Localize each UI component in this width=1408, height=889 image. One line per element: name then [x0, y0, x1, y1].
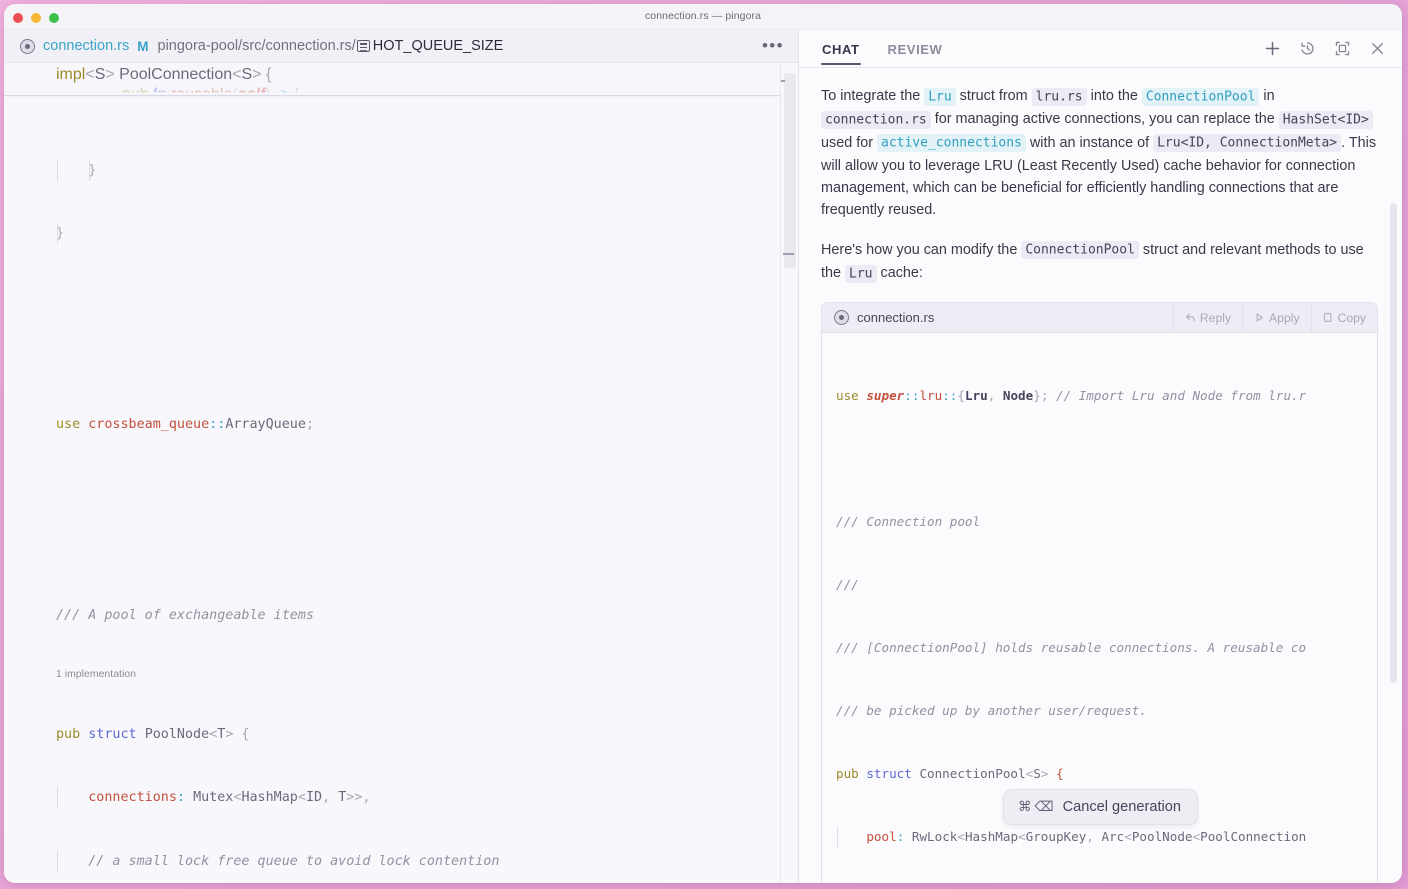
inline-code: active_connections	[877, 134, 1026, 153]
inline-code: connection.rs	[821, 110, 931, 129]
command-key-icon: ⌘	[1017, 799, 1032, 815]
expand-panel-icon[interactable]	[1334, 40, 1351, 57]
apply-button[interactable]: Apply	[1242, 303, 1311, 333]
close-panel-icon[interactable]	[1369, 40, 1386, 57]
code-content: } } use crossbeam_queue::ArrayQueue; ///…	[4, 96, 798, 883]
assistant-paragraph: To integrate the Lru struct from lru.rs …	[821, 87, 1377, 219]
chat-header: CHAT REVIEW	[799, 30, 1402, 68]
inline-code: Lru	[845, 264, 877, 283]
code-line: }	[4, 159, 798, 181]
window-title: connection.rs — pingora	[644, 10, 762, 22]
code-line: connections: Mutex<HashMap<ID, T>>,	[4, 787, 798, 809]
copy-button[interactable]: Copy	[1310, 303, 1377, 333]
code-line: /// Connection pool	[836, 514, 981, 530]
code-card-filename: connection.rs	[857, 310, 935, 326]
editor-scrollbar[interactable]	[780, 63, 798, 883]
scrolled-code-ghost: pub fn reusable(self) -> {	[122, 86, 300, 96]
code-line: /// be picked up by another user/request…	[836, 703, 1147, 719]
sticky-code-line: impl<S> PoolConnection<S> {	[56, 66, 272, 83]
chat-scrollbar-thumb[interactable]	[1390, 203, 1397, 683]
rust-file-icon	[20, 38, 35, 54]
chat-message-scroll[interactable]: To integrate the Lru struct from lru.rs …	[799, 68, 1402, 883]
rust-file-icon	[834, 310, 849, 326]
tab-review[interactable]: REVIEW	[887, 33, 944, 65]
code-line: pub struct ConnectionPool<S> {	[836, 766, 1064, 782]
constant-symbol-icon	[356, 40, 370, 52]
reply-button[interactable]: Reply	[1172, 303, 1242, 333]
modified-badge: M	[137, 38, 149, 54]
scrollbar-marker	[783, 253, 794, 255]
code-card-actions: Reply Apply Copy	[1172, 303, 1377, 333]
sticky-scope-header: impl<S> PoolConnection<S> { pub fn reusa…	[4, 63, 780, 96]
code-line: pool: RwLock<HashMap<GroupKey, Arc<PoolN…	[822, 826, 1377, 848]
assistant-paragraph: Here's how you can modify the Connection…	[821, 241, 1364, 283]
breadcrumb-filename[interactable]: connection.rs	[43, 38, 129, 54]
history-icon[interactable]	[1299, 40, 1316, 57]
new-chat-icon[interactable]	[1264, 40, 1281, 57]
play-icon	[1254, 312, 1265, 323]
code-line: use super::lru::{Lru, Node}; // Import L…	[836, 388, 1307, 404]
reply-icon	[1185, 312, 1196, 323]
code-scroll-area[interactable]: } } use crossbeam_queue::ArrayQueue; ///…	[4, 96, 798, 883]
implementation-count-annotation[interactable]: 1 implementation	[4, 668, 798, 681]
code-line: /// [ConnectionPool] holds reusable conn…	[836, 640, 1307, 656]
scrollbar-marker	[781, 80, 785, 82]
app-body: connection.rs M pingora-pool/src/connect…	[4, 30, 1402, 883]
delete-key-icon: ⌫	[1034, 799, 1054, 815]
tab-chat[interactable]: CHAT	[821, 33, 861, 65]
code-card-header: connection.rs Reply Apply Copy	[822, 303, 1377, 334]
code-line: /// A pool of exchangeable items	[56, 607, 314, 623]
inline-code: ConnectionPool	[1141, 87, 1260, 106]
inline-code: Lru	[924, 87, 956, 106]
code-line: // a small lock free queue to avoid lock…	[4, 850, 798, 873]
copy-icon	[1323, 312, 1334, 323]
inline-code: ConnectionPool	[1021, 241, 1139, 260]
title-bar: connection.rs — pingora	[4, 4, 1402, 30]
breadcrumb-symbol[interactable]: HOT_QUEUE_SIZE	[373, 38, 504, 54]
apply-label: Apply	[1269, 310, 1300, 325]
reply-label: Reply	[1199, 310, 1232, 325]
code-line: use crossbeam_queue::ArrayQueue;	[56, 416, 314, 432]
chat-pane: CHAT REVIEW To integrate the Lru struct …	[799, 30, 1402, 883]
breadcrumb: connection.rs M pingora-pool/src/connect…	[4, 30, 798, 63]
inline-code: HashSet<ID>	[1278, 110, 1373, 129]
cancel-generation-button[interactable]: ⌘ ⌫ Cancel generation	[1002, 789, 1199, 825]
chat-header-actions	[1264, 40, 1386, 57]
editor-more-actions-button[interactable]: •••	[762, 37, 784, 55]
cancel-generation-label: Cancel generation	[1062, 799, 1182, 815]
inline-code: Lru<ID, ConnectionMeta>	[1153, 134, 1342, 153]
code-editor-pane: connection.rs M pingora-pool/src/connect…	[4, 30, 799, 883]
breadcrumb-path[interactable]: pingora-pool/src/connection.rs/	[158, 38, 356, 54]
code-line: pub struct PoolNode<T> {	[56, 726, 250, 742]
code-line: ///	[836, 577, 859, 593]
editor-scrollbar-thumb[interactable]	[784, 73, 796, 268]
code-line: }	[4, 223, 798, 245]
inline-code: lru.rs	[1031, 87, 1087, 106]
window-frame: connection.rs — pingora connection.rs M …	[0, 0, 1408, 889]
app-window: connection.rs — pingora connection.rs M …	[4, 4, 1402, 883]
copy-label: Copy	[1337, 310, 1366, 325]
keyboard-shortcut-hint: ⌘ ⌫	[1018, 799, 1054, 815]
